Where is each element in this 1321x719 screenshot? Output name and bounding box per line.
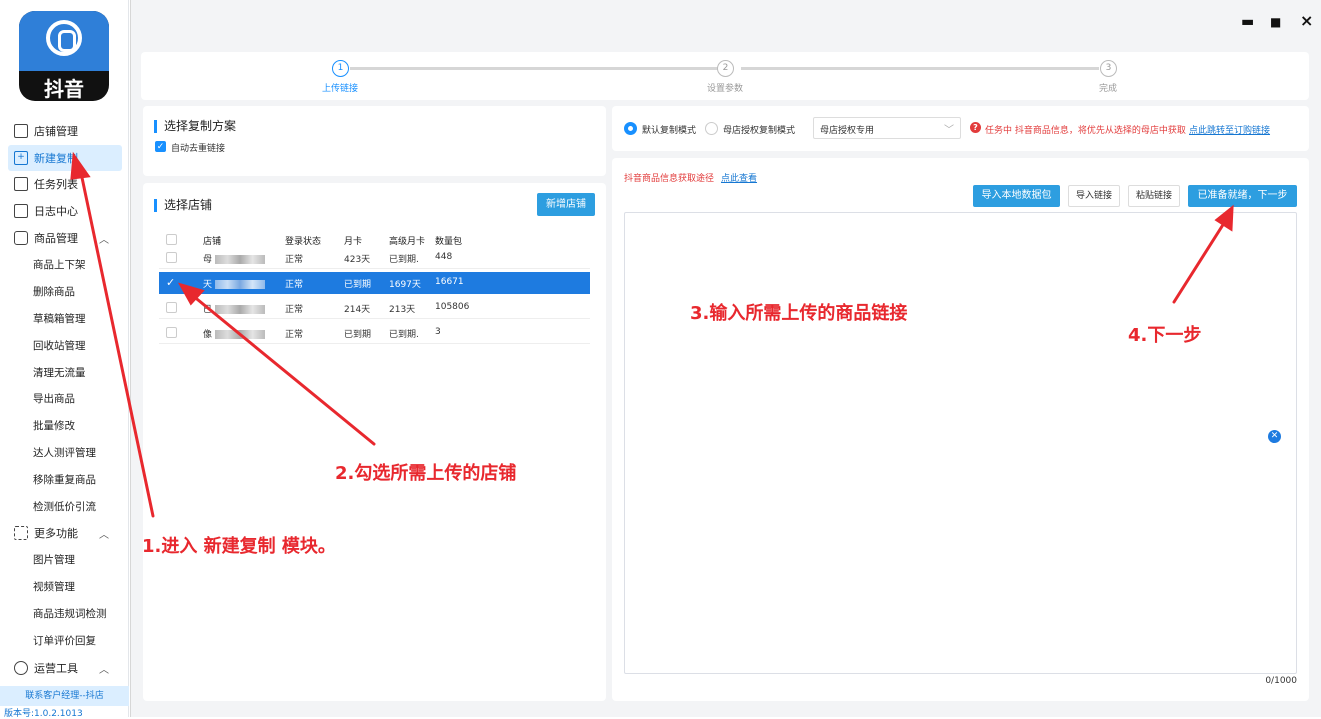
arrow-4-head [1214,204,1234,232]
arrow-4-line [1172,218,1228,304]
annotation-step-4: 4.下一步 [1128,325,1202,346]
arrow-1-head [70,151,91,180]
arrow-1-line [78,166,155,518]
annotation-step-2: 2.勾选所需上传的店铺 [335,463,517,484]
annotation-step-1: 1.进入 新建复制 模块。 [142,536,336,557]
arrow-2-line [190,293,376,446]
annotation-step-3: 3.输入所需上传的商品链接 [690,303,908,324]
annotation-arrows [70,151,1234,518]
